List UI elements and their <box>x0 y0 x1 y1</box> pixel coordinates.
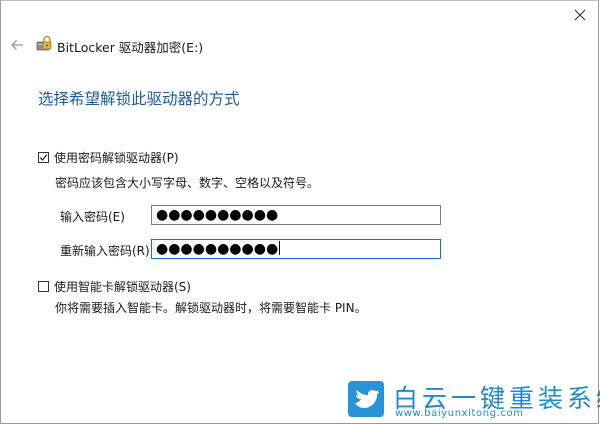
reenter-password-input[interactable]: ●●●●●●●●●● <box>151 239 441 259</box>
checkmark-icon <box>39 154 48 161</box>
enter-password-value: ●●●●●●●●●● <box>156 207 279 223</box>
password-option-label[interactable]: 使用密码解锁驱动器(P) <box>54 149 179 166</box>
window-title: BitLocker 驱动器加密(E:) <box>57 40 204 55</box>
bird-logo-icon <box>348 381 384 417</box>
reenter-password-value: ●●●●●●●●●● <box>156 241 279 257</box>
enter-password-input[interactable]: ●●●●●●●●●● <box>151 205 441 225</box>
smartcard-checkbox[interactable] <box>38 281 49 292</box>
smartcard-hint: 你将需要插入智能卡。解锁驱动器时，将需要智能卡 PIN。 <box>55 301 367 315</box>
watermark-url: www.baiyunxitong.com <box>395 408 524 419</box>
password-checkbox[interactable] <box>38 152 49 163</box>
close-icon <box>574 9 586 21</box>
back-button[interactable] <box>9 37 25 53</box>
text-caret <box>279 241 281 255</box>
reenter-password-label: 重新输入密码(R) <box>60 244 150 258</box>
enter-password-label: 输入密码(E) <box>60 210 125 224</box>
back-arrow-icon <box>11 40 23 50</box>
smartcard-option-label[interactable]: 使用智能卡解锁驱动器(S) <box>54 278 191 295</box>
bitlocker-drive-icon <box>36 35 52 53</box>
bitlocker-window: BitLocker 驱动器加密(E:) 选择希望解锁此驱动器的方式 使用密码解锁… <box>0 0 600 424</box>
page-heading: 选择希望解锁此驱动器的方式 <box>38 90 240 108</box>
close-button[interactable] <box>566 3 594 27</box>
watermark: 白云一键重装系统 www.baiyunxitong.com <box>343 377 600 423</box>
password-hint: 密码应该包含大小写字母、数字、空格以及符号。 <box>55 176 320 190</box>
